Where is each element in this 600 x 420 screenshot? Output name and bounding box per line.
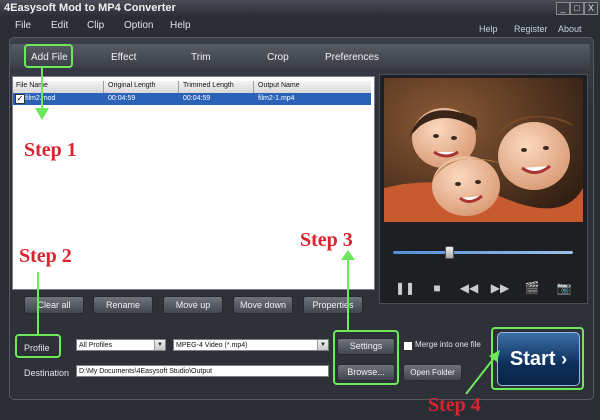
step2-highlight [15,334,61,358]
menu-edit[interactable]: Edit [51,20,68,31]
column-trimmed-length[interactable]: Trimmed Length [183,82,234,89]
cell-output-name: film2-1.mp4 [258,95,295,102]
profile-format-value: MPEG-4 Video (*.mp4) [176,342,248,349]
step4-highlight [491,327,584,390]
profile-format-select[interactable]: MPEG-4 Video (*.mp4) ▼ [173,339,329,351]
step2-label: Step 2 [19,245,72,267]
menu-option[interactable]: Option [124,20,153,31]
step1-highlight [24,44,73,68]
effect-tab[interactable]: Effect [111,52,136,63]
open-folder-button[interactable]: Open Folder [403,364,462,381]
step1-arrow [35,68,49,120]
menu-help[interactable]: Help [170,20,191,31]
checkmark-icon: ✓ [16,94,24,103]
merge-checkbox[interactable] [403,341,413,351]
step3-highlight [333,330,399,385]
cell-original-length: 00:04:59 [108,95,136,102]
rename-button[interactable]: Rename [93,296,153,314]
trim-tab[interactable]: Trim [191,52,211,63]
toolbar-tabs [10,44,590,68]
profile-category-value: All Profiles [79,342,113,349]
column-separator [178,81,179,93]
pause-icon[interactable]: ❚❚ [395,281,415,295]
menu-file[interactable]: File [15,20,31,31]
step3-arrow [341,250,355,330]
chevron-down-icon[interactable]: ▼ [154,340,165,350]
step4-label: Step 4 [428,394,481,416]
column-output-name[interactable]: Output Name [258,82,300,89]
profile-category-select[interactable]: All Profiles ▼ [76,339,166,351]
row-checkbox[interactable]: ✓ [15,94,25,104]
cell-trimmed-length: 00:04:59 [183,95,211,102]
clip-icon[interactable]: 🎬 [522,281,542,295]
move-up-button[interactable]: Move up [163,296,223,314]
stop-icon[interactable]: ■ [427,281,447,295]
minimize-button[interactable]: _ [556,2,570,15]
seek-handle[interactable] [445,246,454,259]
move-down-button[interactable]: Move down [233,296,293,314]
seek-bar[interactable] [393,251,573,254]
register-link[interactable]: Register [514,24,548,34]
step1-label: Step 1 [24,139,77,161]
video-frame-image [384,78,583,222]
column-separator [253,81,254,93]
crop-tab[interactable]: Crop [267,52,289,63]
about-link[interactable]: About [558,24,582,34]
camera-icon[interactable]: 📷 [554,281,574,295]
column-separator [103,81,104,93]
chevron-down-icon[interactable]: ▼ [317,340,328,350]
step3-label: Step 3 [300,229,353,251]
step2-connector [37,272,39,334]
preferences-tab[interactable]: Preferences [325,52,379,63]
video-preview [384,78,583,222]
rewind-icon[interactable]: ◀◀ [459,281,479,295]
menu-clip[interactable]: Clip [87,20,104,31]
close-button[interactable]: X [584,2,598,15]
maximize-button[interactable]: □ [570,2,584,15]
destination-path-input[interactable]: D:\My Documents\4Easysoft Studio\Output [76,365,329,377]
forward-icon[interactable]: ▶▶ [490,281,510,295]
window-title: 4Easysoft Mod to MP4 Converter [4,2,176,14]
step4-arrow [465,350,500,395]
column-original-length[interactable]: Original Length [108,82,155,89]
help-link[interactable]: Help [479,24,498,34]
merge-label: Merge into one file [415,340,481,349]
destination-label: Destination [24,368,70,378]
